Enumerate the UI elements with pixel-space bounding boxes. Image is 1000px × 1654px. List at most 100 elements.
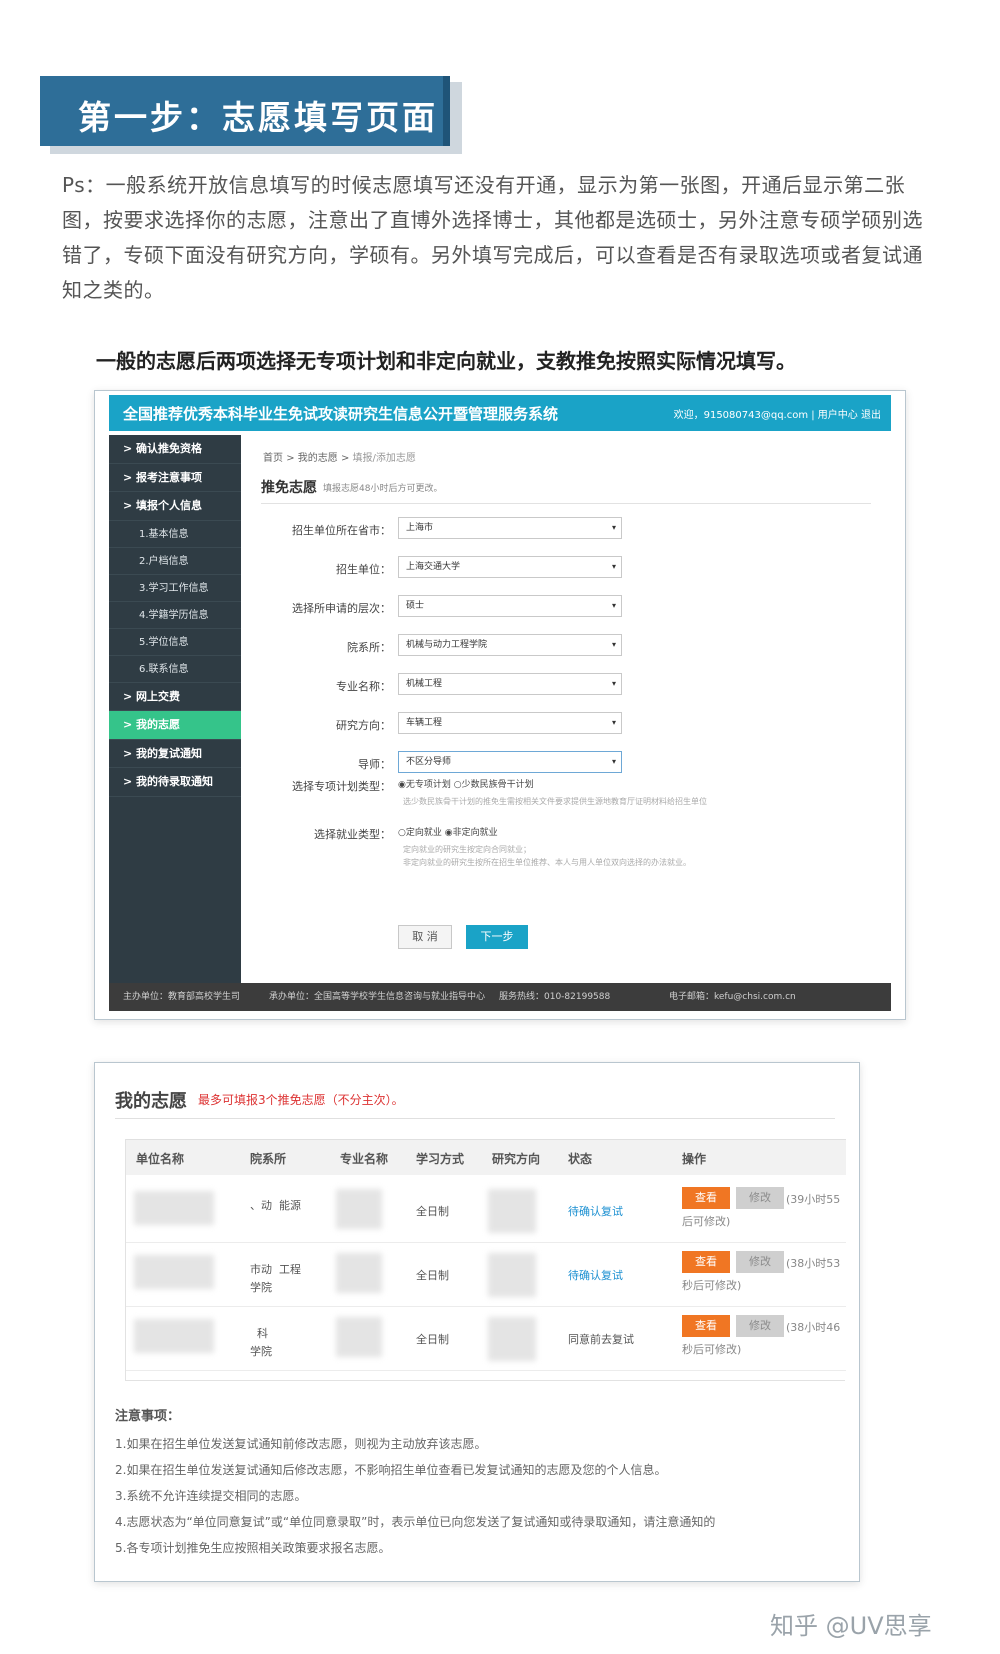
field-select[interactable]: 上海市 ▾ [398, 517, 622, 539]
system-header: 全国推荐优秀本科毕业生免试攻读研究生信息公开暨管理服务系统 欢迎，9150807… [109, 395, 891, 431]
sidebar-item[interactable]: > 我的待录取通知 [109, 768, 241, 797]
employ-radio-group[interactable]: ○定向就业 ◉非定向就业 [398, 825, 498, 838]
countdown-text: 后可修改) [682, 1215, 731, 1228]
status-cell[interactable]: 待确认复试 [568, 1267, 623, 1283]
countdown-text: 秒后可修改) [682, 1279, 742, 1292]
status-cell[interactable]: 待确认复试 [568, 1203, 623, 1219]
field-label: 选择所申请的层次： [292, 602, 391, 615]
sidebar-item[interactable]: > 填报个人信息 [109, 492, 241, 521]
view-button[interactable]: 查看 [682, 1251, 730, 1273]
form-row: 院系所： 机械与动力工程学院 ▾ [241, 634, 891, 658]
notes-title: 注意事项： [115, 1409, 181, 1424]
intro-paragraph: Ps：一般系统开放信息填写的时候志愿填写还没有开通，显示为第一张图，开通后显示第… [62, 173, 923, 302]
select-value: 上海市 [406, 523, 434, 533]
plan-hint: 选少数民族骨干计划的推免生需按相关文件要求提供生源地教育厅证明材料给招生单位 [403, 797, 707, 806]
sidebar-item[interactable]: 2.户档信息 [109, 548, 241, 575]
sidebar-item[interactable]: 6.联系信息 [109, 656, 241, 683]
plan-radio-group[interactable]: ◉无专项计划 ○少数民族骨干计划 [398, 777, 534, 790]
select-value: 机械与动力工程学院 [406, 640, 488, 650]
chevron-down-icon: ▾ [611, 640, 616, 649]
table-row: 、动 能源 全日制 待确认复试 查看 修改 (39小时55 后可修改) [126, 1177, 846, 1243]
cancel-button[interactable]: 取 消 [398, 925, 452, 949]
column-header: 状态 [568, 1152, 593, 1166]
edit-button[interactable]: 修改 [736, 1251, 784, 1273]
breadcrumb-sep-icon: > [286, 453, 298, 464]
my-applications-note: 最多可填报3个推免志愿（不分主次）。 [198, 1093, 404, 1107]
redacted-cell [488, 1189, 536, 1233]
select-value: 不区分导师 [406, 757, 452, 767]
study-mode-cell: 全日制 [416, 1269, 449, 1282]
view-button[interactable]: 查看 [682, 1187, 730, 1209]
chevron-down-icon: ▾ [611, 718, 616, 727]
employ-row: 选择就业类型： ○定向就业 ◉非定向就业 [241, 821, 891, 845]
chevron-down-icon: ▾ [611, 523, 616, 532]
study-mode-cell: 全日制 [416, 1205, 449, 1218]
field-label: 招生单位所在省市： [292, 524, 391, 537]
banner-title: 第一步：志愿填写页面 [78, 98, 438, 137]
breadcrumb-home[interactable]: 首页 [263, 453, 283, 464]
sidebar-item[interactable]: 4.学籍学历信息 [109, 602, 241, 629]
edit-button[interactable]: 修改 [736, 1315, 784, 1337]
redacted-cell [336, 1253, 382, 1293]
sidebar-item[interactable]: 3.学习工作信息 [109, 575, 241, 602]
select-value: 上海交通大学 [406, 562, 461, 572]
view-button[interactable]: 查看 [682, 1315, 730, 1337]
sidebar-item[interactable]: > 我的志愿 [109, 711, 241, 740]
redacted-cell [134, 1319, 214, 1353]
breadcrumb-current: 填报/添加志愿 [352, 453, 416, 464]
system-footer: 主办单位：教育部高校学生司 承办单位：全国高等学校学生信息咨询与就业指导中心 服… [109, 983, 891, 1011]
sidebar-item[interactable]: 5.学位信息 [109, 629, 241, 656]
note-item: 4.志愿状态为“单位同意复试”或“单位同意录取”时，表示单位已向您发送了复试通知… [115, 1515, 716, 1529]
sidebar-item[interactable]: 1.基本信息 [109, 521, 241, 548]
field-label: 招生单位： [336, 563, 391, 576]
note-item: 5.各专项计划推免生应按照相关政策要求报名志愿。 [115, 1541, 391, 1555]
form-row: 导师： 不区分导师 ▾ [241, 751, 891, 775]
footer-sponsor: 主办单位：教育部高校学生司 [123, 992, 241, 1002]
table-header: 单位名称 院系所 专业名称 学习方式 研究方向 状态 操作 [126, 1139, 846, 1175]
sidebar-item[interactable]: > 确认推免资格 [109, 435, 241, 464]
form-row: 选择所申请的层次： 硕士 ▾ [241, 595, 891, 619]
redacted-cell [134, 1191, 214, 1225]
field-select[interactable]: 机械与动力工程学院 ▾ [398, 634, 622, 656]
chevron-down-icon: ▾ [611, 601, 616, 610]
divider [261, 503, 871, 504]
next-button[interactable]: 下一步 [466, 925, 528, 949]
user-links[interactable]: 欢迎，915080743@qq.com | 用户中心 退出 [674, 406, 881, 421]
dept-cell: 、动 能源 [250, 1199, 301, 1212]
note-item: 3.系统不允许连续提交相同的志愿。 [115, 1489, 307, 1503]
field-select[interactable]: 硕士 ▾ [398, 595, 622, 617]
column-header: 操作 [682, 1152, 707, 1166]
breadcrumb: 首页 > 我的志愿 > 填报/添加志愿 [263, 449, 416, 464]
sidebar: > 确认推免资格 > 报考注意事项 > 填报个人信息 1.基本信息 2.户档信息 3.学习… [109, 435, 241, 983]
watermark: 知乎 @UV思享 [770, 1612, 932, 1640]
breadcrumb-mine[interactable]: 我的志愿 [298, 453, 338, 464]
sidebar-item[interactable]: > 网上交费 [109, 683, 241, 711]
form-row: 研究方向： 车辆工程 ▾ [241, 712, 891, 736]
redacted-cell [488, 1253, 536, 1297]
applications-table: 单位名称 院系所 专业名称 学习方式 研究方向 状态 操作 、动 能源 全日制 待确认复试 查看修… [125, 1139, 846, 1381]
breadcrumb-sep-icon: > [340, 453, 353, 464]
employ-label: 选择就业类型： [314, 828, 391, 841]
field-label: 院系所： [347, 641, 391, 654]
chevron-down-icon: ▾ [611, 679, 616, 688]
sidebar-item[interactable]: > 我的复试通知 [109, 740, 241, 768]
countdown-text: 秒后可修改) [682, 1343, 742, 1356]
field-select[interactable]: 车辆工程 ▾ [398, 712, 622, 734]
countdown-text: (38小时46 [786, 1321, 841, 1334]
employ-hint-1: 定向就业的研究生按定向合同就业； [403, 845, 531, 854]
note-item: 2.如果在招生单位发送复试通知后修改志愿，不影响招生单位查看已发复试通知的志愿及… [115, 1463, 667, 1477]
footer-hotline: 服务热线：010-82199588 [499, 992, 611, 1002]
field-label: 研究方向： [336, 719, 391, 732]
column-header: 专业名称 [340, 1152, 389, 1166]
edit-button[interactable]: 修改 [736, 1187, 784, 1209]
field-select[interactable]: 机械工程 ▾ [398, 673, 622, 695]
field-label: 专业名称： [336, 680, 391, 693]
field-select[interactable]: 不区分导师 ▾ [398, 751, 622, 773]
system-title: 全国推荐优秀本科毕业生免试攻读研究生信息公开暨管理服务系统 [123, 405, 559, 423]
select-value: 机械工程 [406, 679, 443, 689]
redacted-cell [488, 1317, 536, 1361]
redacted-cell [336, 1189, 382, 1229]
sidebar-item[interactable]: > 报考注意事项 [109, 464, 241, 492]
form-area: 首页 > 我的志愿 > 填报/添加志愿 推免志愿 填报志愿48小时后方可更改。 … [241, 435, 891, 983]
field-select[interactable]: 上海交通大学 ▾ [398, 556, 622, 578]
